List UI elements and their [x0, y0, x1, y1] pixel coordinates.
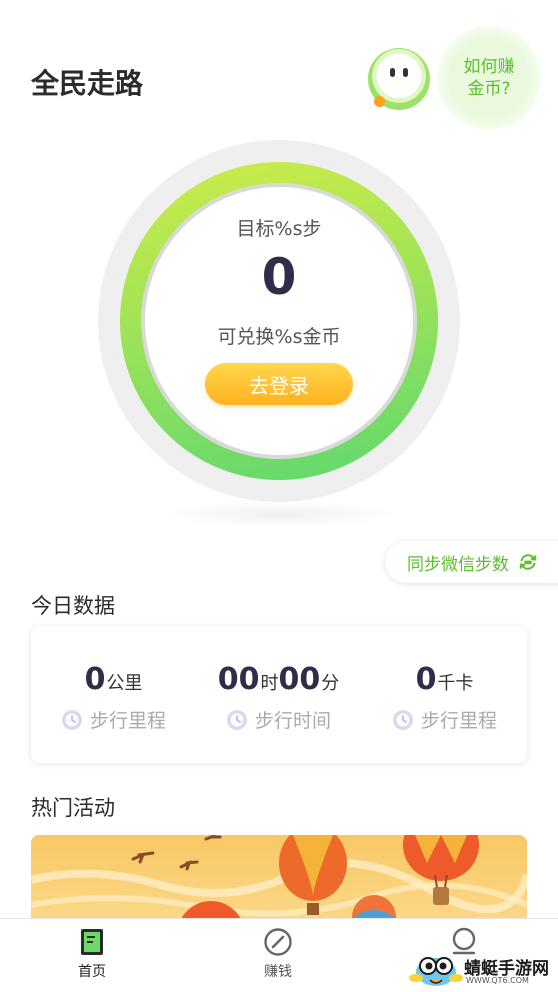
sync-wechat-steps-button[interactable]: 同步微信步数 [385, 541, 558, 583]
duration-label: 步行时间 [254, 710, 331, 732]
calories-stat: 0 千卡 步行里程 [362, 662, 527, 733]
exchange-coins-text: 可兑换%s金币 [217, 326, 341, 348]
duration-minutes-unit: 分 [321, 673, 340, 694]
how-to-earn-line1: 如何赚 [463, 57, 515, 77]
watermark-url: WWW.QT6.COM [466, 976, 529, 985]
sync-icon [519, 554, 537, 570]
duration-hours-value: 00 [217, 662, 260, 697]
distance-unit: 公里 [106, 673, 143, 694]
header: 全民走路 如何赚 金币? [0, 0, 558, 150]
activity-banner[interactable] [31, 835, 527, 925]
ring-shadow [160, 500, 400, 528]
how-to-earn-line2: 金币? [467, 79, 511, 99]
calories-label: 步行里程 [420, 710, 497, 732]
duration-hours-unit: 时 [260, 673, 279, 694]
compass-icon [264, 928, 292, 956]
tab-earn[interactable]: 赚钱 [218, 927, 338, 981]
clock-icon [392, 709, 413, 730]
distance-value: 0 [84, 662, 106, 697]
clock-icon [61, 709, 82, 730]
balloon-illustration [31, 835, 527, 925]
tab-home[interactable]: 首页 [32, 927, 152, 981]
notification-dot [374, 96, 385, 107]
login-button[interactable]: 去登录 [205, 363, 353, 405]
distance-label: 步行里程 [89, 710, 166, 732]
tab-home-label: 首页 [78, 964, 106, 980]
calories-unit: 千卡 [437, 673, 474, 694]
sync-wechat-steps-label: 同步微信步数 [407, 554, 509, 575]
duration-minutes-value: 00 [278, 662, 321, 697]
clock-icon [226, 709, 247, 730]
dragonfly-logo-icon [409, 957, 463, 986]
duration-stat: 00 时 00 分 步行时间 [196, 662, 361, 733]
mascot-avatar-icon[interactable] [368, 48, 430, 110]
how-to-earn-button[interactable]: 如何赚 金币? [437, 26, 541, 130]
home-icon [81, 929, 103, 955]
tab-earn-label: 赚钱 [264, 964, 292, 980]
today-data-card: 0 公里 步行里程 00 时 00 分 步行时间 0 千卡 步行里程 [31, 626, 527, 763]
today-data-title: 今日数据 [31, 594, 115, 618]
app-title: 全民走路 [31, 67, 144, 100]
hot-activities-title: 热门活动 [31, 796, 115, 820]
step-count: 0 [261, 248, 297, 306]
mascot-eye [390, 68, 395, 77]
step-goal-text: 目标%s步 [236, 218, 322, 240]
site-watermark: 蜻蜓手游网 WWW.QT6.COM [408, 948, 558, 992]
calories-value: 0 [415, 662, 437, 697]
mascot-eye [403, 68, 408, 77]
distance-stat: 0 公里 步行里程 [31, 662, 196, 733]
